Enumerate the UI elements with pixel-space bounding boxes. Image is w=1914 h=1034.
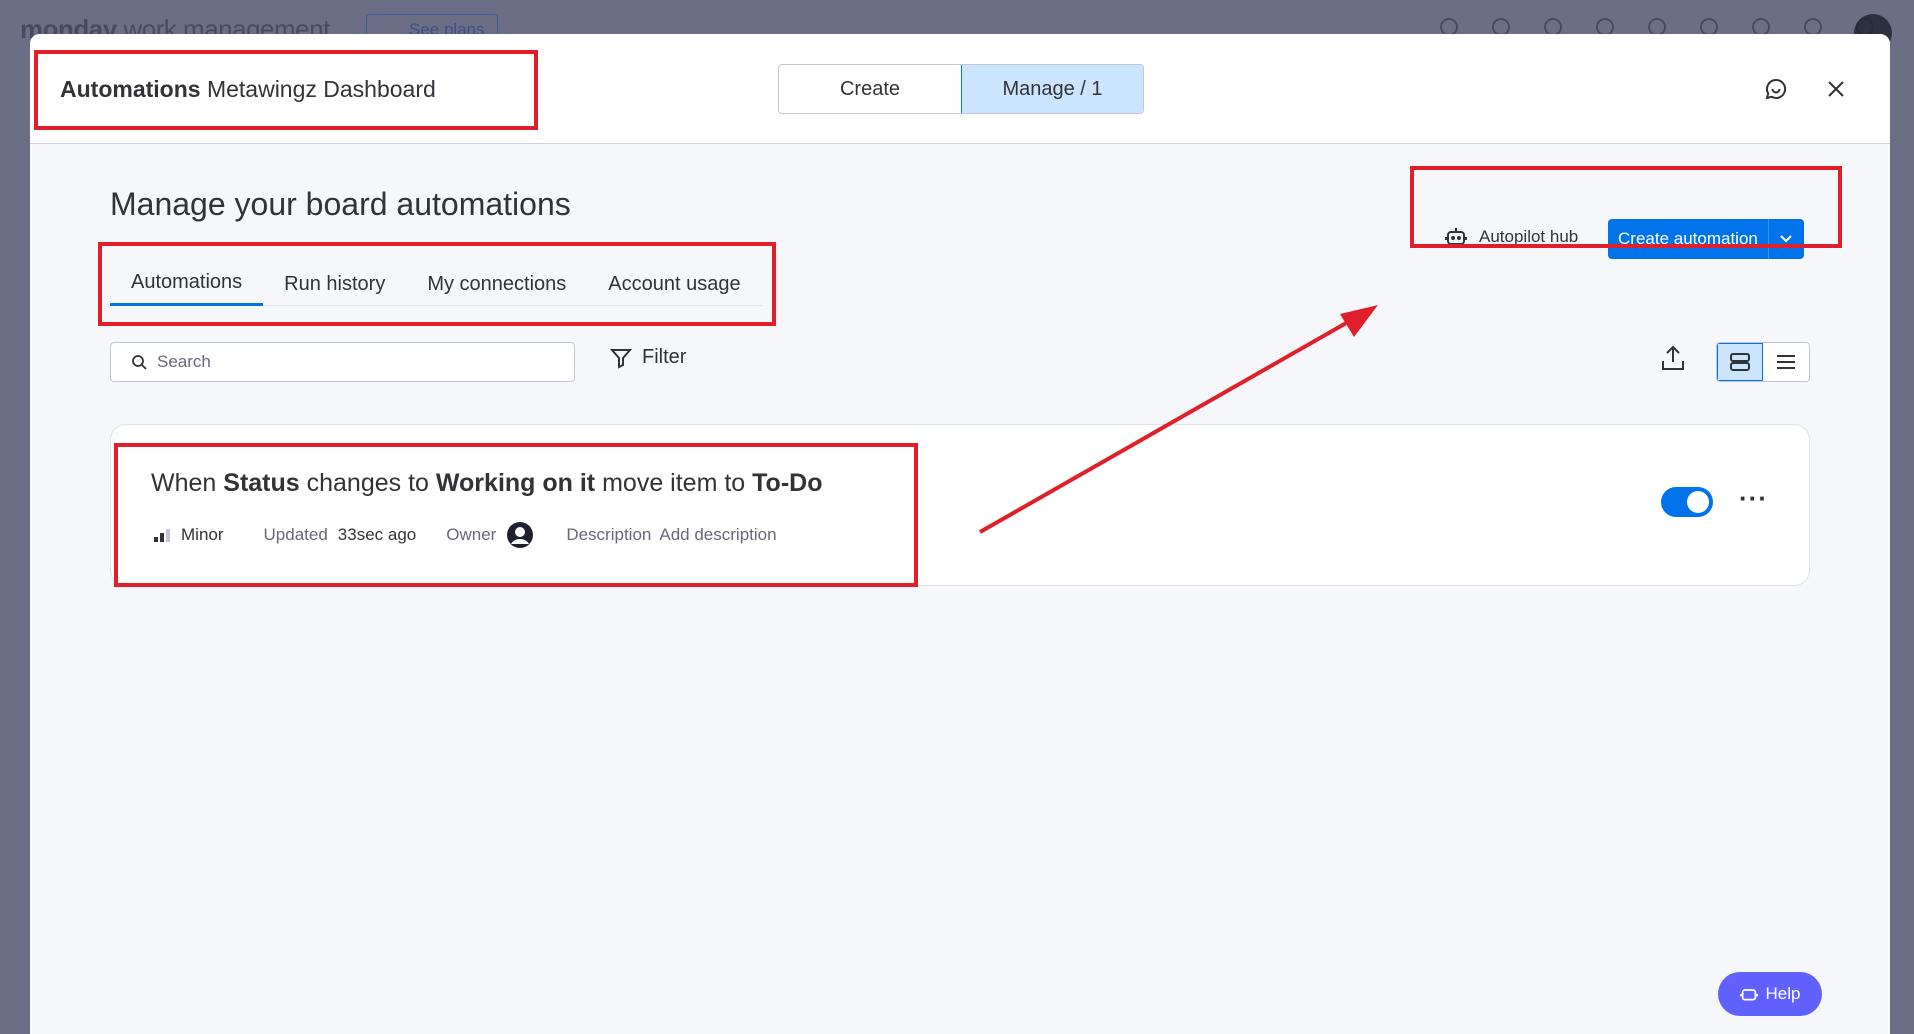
updated-value: 33sec ago xyxy=(337,525,417,544)
automation-toggle[interactable] xyxy=(1661,487,1713,517)
close-icon[interactable] xyxy=(1823,76,1849,102)
tab-create[interactable]: Create xyxy=(779,65,961,113)
export-icon[interactable] xyxy=(1660,344,1686,374)
robot-icon xyxy=(1445,228,1467,245)
robot-icon xyxy=(1739,989,1758,1001)
tab-run-history[interactable]: Run history xyxy=(263,262,406,306)
chevron-down-icon[interactable] xyxy=(1767,219,1804,259)
updated-label: Updated xyxy=(263,525,328,544)
owner-avatar-icon[interactable] xyxy=(506,521,534,549)
toggle-knob xyxy=(1687,491,1709,513)
more-options-icon[interactable]: ··· xyxy=(1739,483,1768,514)
description-label: Description xyxy=(566,525,652,544)
filter-button[interactable]: Filter xyxy=(610,346,686,369)
tab-account-usage[interactable]: Account usage xyxy=(587,262,761,306)
page-title: Manage your board automations xyxy=(110,186,571,222)
owner-label: Owner xyxy=(446,525,497,544)
tab-my-connections[interactable]: My connections xyxy=(406,262,587,306)
feedback-icon[interactable] xyxy=(1763,76,1789,102)
view-toggle xyxy=(1716,342,1810,382)
priority-label: Minor xyxy=(181,525,224,544)
search-icon xyxy=(132,355,147,370)
automation-meta: Minor Updated 33sec ago Owner Descriptio… xyxy=(153,521,777,549)
automation-tabs: Automations Run history My connections A… xyxy=(110,262,762,306)
create-automation-button[interactable]: Create automation xyxy=(1608,219,1804,259)
create-automation-label[interactable]: Create automation xyxy=(1608,219,1768,259)
autopilot-hub-link[interactable]: Autopilot hub xyxy=(1445,227,1578,247)
tab-manage[interactable]: Manage / 1 xyxy=(961,65,1143,113)
priority-bars-icon xyxy=(154,529,170,542)
modal-header: Automations Metawingz Dashboard Create M… xyxy=(30,34,1890,144)
list-view-icon[interactable] xyxy=(1763,343,1809,381)
tab-automations[interactable]: Automations xyxy=(110,262,264,306)
help-button[interactable]: Help xyxy=(1718,972,1822,1016)
filter-icon xyxy=(610,348,632,369)
modal-title: Automations Metawingz Dashboard xyxy=(60,76,436,102)
automation-card[interactable]: When Status changes to Working on it mov… xyxy=(110,424,1810,586)
search-box[interactable] xyxy=(110,342,575,382)
card-view-icon[interactable] xyxy=(1717,343,1763,381)
automations-modal: Automations Metawingz Dashboard Create M… xyxy=(30,34,1890,1034)
create-manage-tabs: Create Manage / 1 xyxy=(778,64,1144,114)
search-input[interactable] xyxy=(157,352,557,372)
automation-recipe[interactable]: When Status changes to Working on it mov… xyxy=(151,469,822,498)
add-description-link[interactable]: Add description xyxy=(659,525,776,545)
